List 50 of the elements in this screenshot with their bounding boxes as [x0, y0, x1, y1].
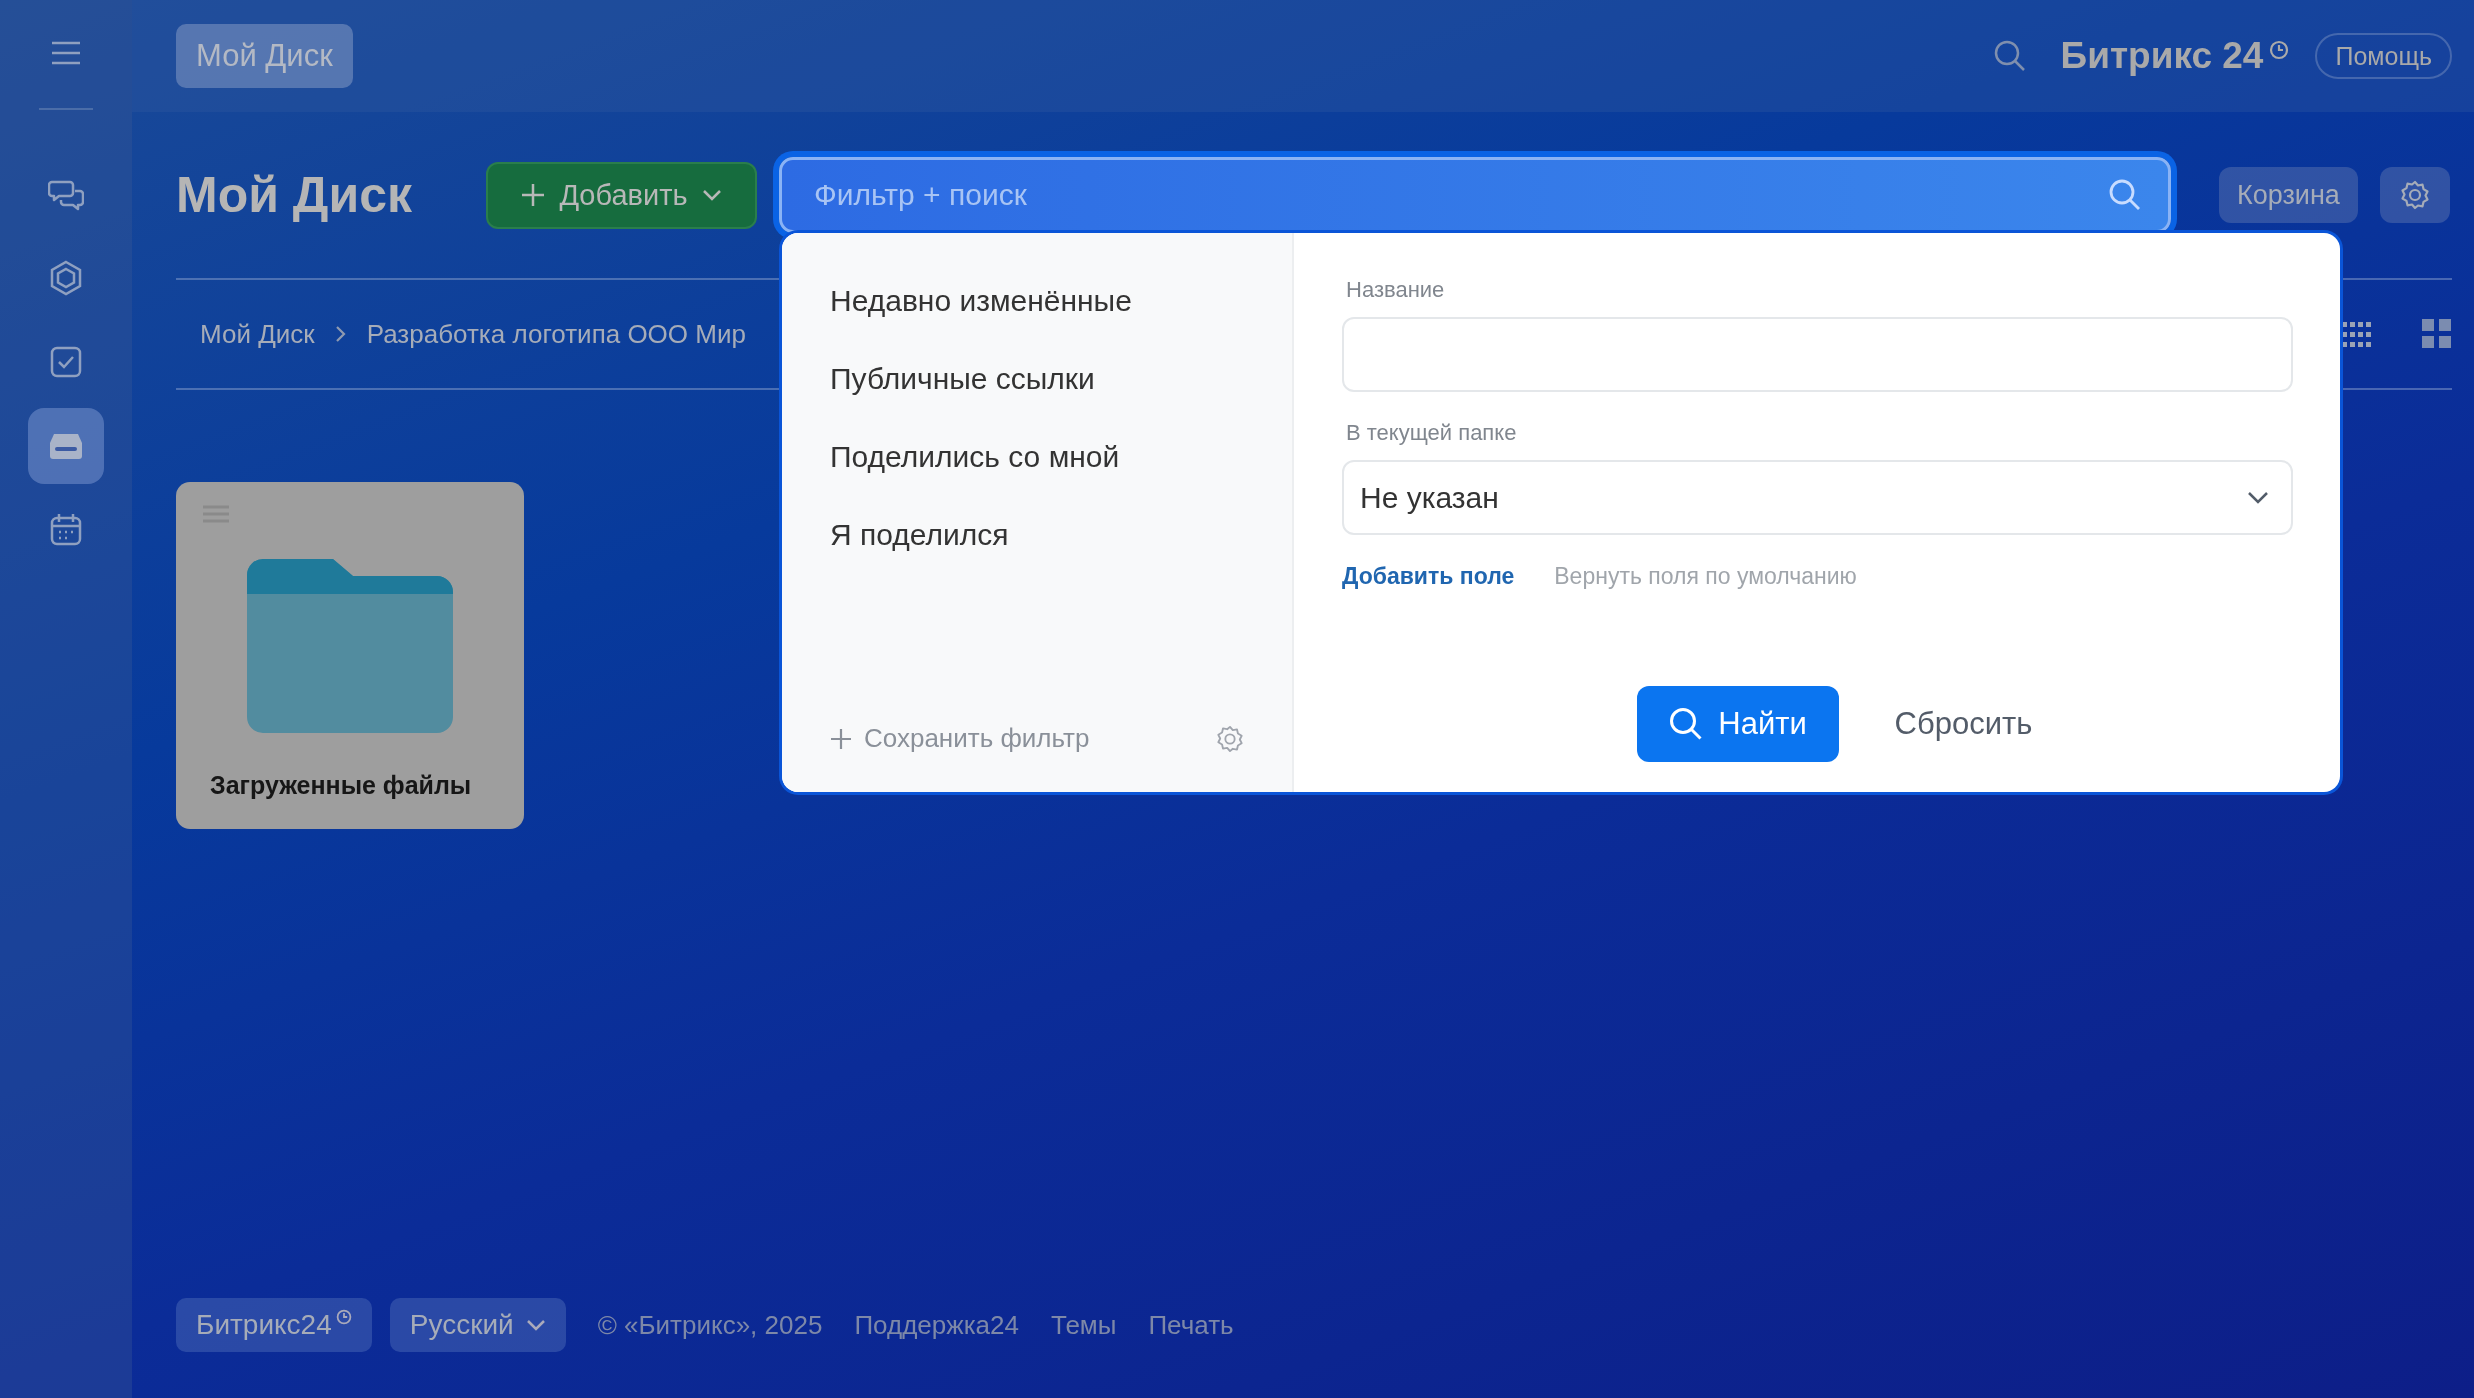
hexagon-icon: [48, 260, 84, 296]
breadcrumb-link[interactable]: Мой Диск: [200, 318, 315, 350]
folder-select[interactable]: Не указан: [1342, 460, 2293, 535]
brand-logo[interactable]: Битрикс 24: [2060, 35, 2264, 77]
reset-button[interactable]: Сбросить: [1888, 705, 2039, 743]
plus-icon: [830, 727, 852, 750]
filter-preset[interactable]: Поделились со мной: [830, 439, 1244, 475]
clock-icon: [335, 1309, 352, 1325]
filter-preset[interactable]: Я поделился: [830, 517, 1244, 553]
menu-icon[interactable]: [50, 40, 82, 66]
breadcrumb-link[interactable]: Разработка логотипа ООО Мир: [366, 318, 746, 350]
section-button[interactable]: Мой Диск: [176, 24, 353, 88]
filter-preset[interactable]: Недавно изменённые: [830, 283, 1244, 319]
page-title: Мой Диск: [176, 166, 413, 224]
field-label: Название: [1345, 277, 1446, 303]
checkbox-icon: [48, 344, 84, 380]
folder-name: Загруженные файлы: [209, 771, 472, 800]
brand-button[interactable]: Битрикс24: [176, 1298, 372, 1352]
copyright-text: © «Битрикс», 2025: [597, 1309, 823, 1341]
settings-icon[interactable]: [1216, 724, 1244, 753]
find-button[interactable]: Найти: [1636, 686, 1839, 762]
chevron-down-icon: [2247, 490, 2269, 505]
folder-card[interactable]: Загруженные файлы: [176, 482, 524, 829]
restore-fields-link[interactable]: Вернуть поля по умолчанию: [1554, 563, 1857, 590]
name-input-field[interactable]: [1342, 317, 2293, 392]
save-filter-button[interactable]: Сохранить фильтр: [830, 723, 1090, 754]
filter-preset[interactable]: Публичные ссылки: [830, 361, 1244, 397]
plus-icon: [521, 183, 546, 207]
folder-icon: [247, 559, 453, 733]
trash-button[interactable]: Корзина: [2219, 167, 2358, 223]
chevron-down-icon: [701, 189, 722, 201]
footer-link[interactable]: Поддержка24: [854, 1309, 1019, 1341]
grid-view-icon[interactable]: [2342, 319, 2372, 349]
add-button[interactable]: Добавить: [486, 161, 757, 229]
add-field-link[interactable]: Добавить поле: [1342, 563, 1515, 590]
calendar-icon: [48, 512, 84, 548]
settings-button[interactable]: [2379, 167, 2450, 223]
search-icon[interactable]: [1992, 39, 2027, 73]
clock-icon: [2269, 40, 2290, 60]
footer-link[interactable]: Печать: [1148, 1309, 1234, 1341]
language-button[interactable]: Русский: [389, 1298, 566, 1352]
footer-link[interactable]: Темы: [1050, 1309, 1117, 1341]
search-field[interactable]: Фильтр + поиск: [779, 157, 2171, 233]
help-button[interactable]: Помощь: [2315, 33, 2452, 79]
chevron-down-icon: [525, 1319, 546, 1331]
settings-icon: [2399, 180, 2430, 210]
tiles-view-icon[interactable]: [2422, 319, 2452, 349]
chevron-right-icon: [334, 325, 347, 343]
field-label: В текущей папке: [1345, 420, 1518, 446]
sidebar-item[interactable]: [28, 408, 104, 484]
